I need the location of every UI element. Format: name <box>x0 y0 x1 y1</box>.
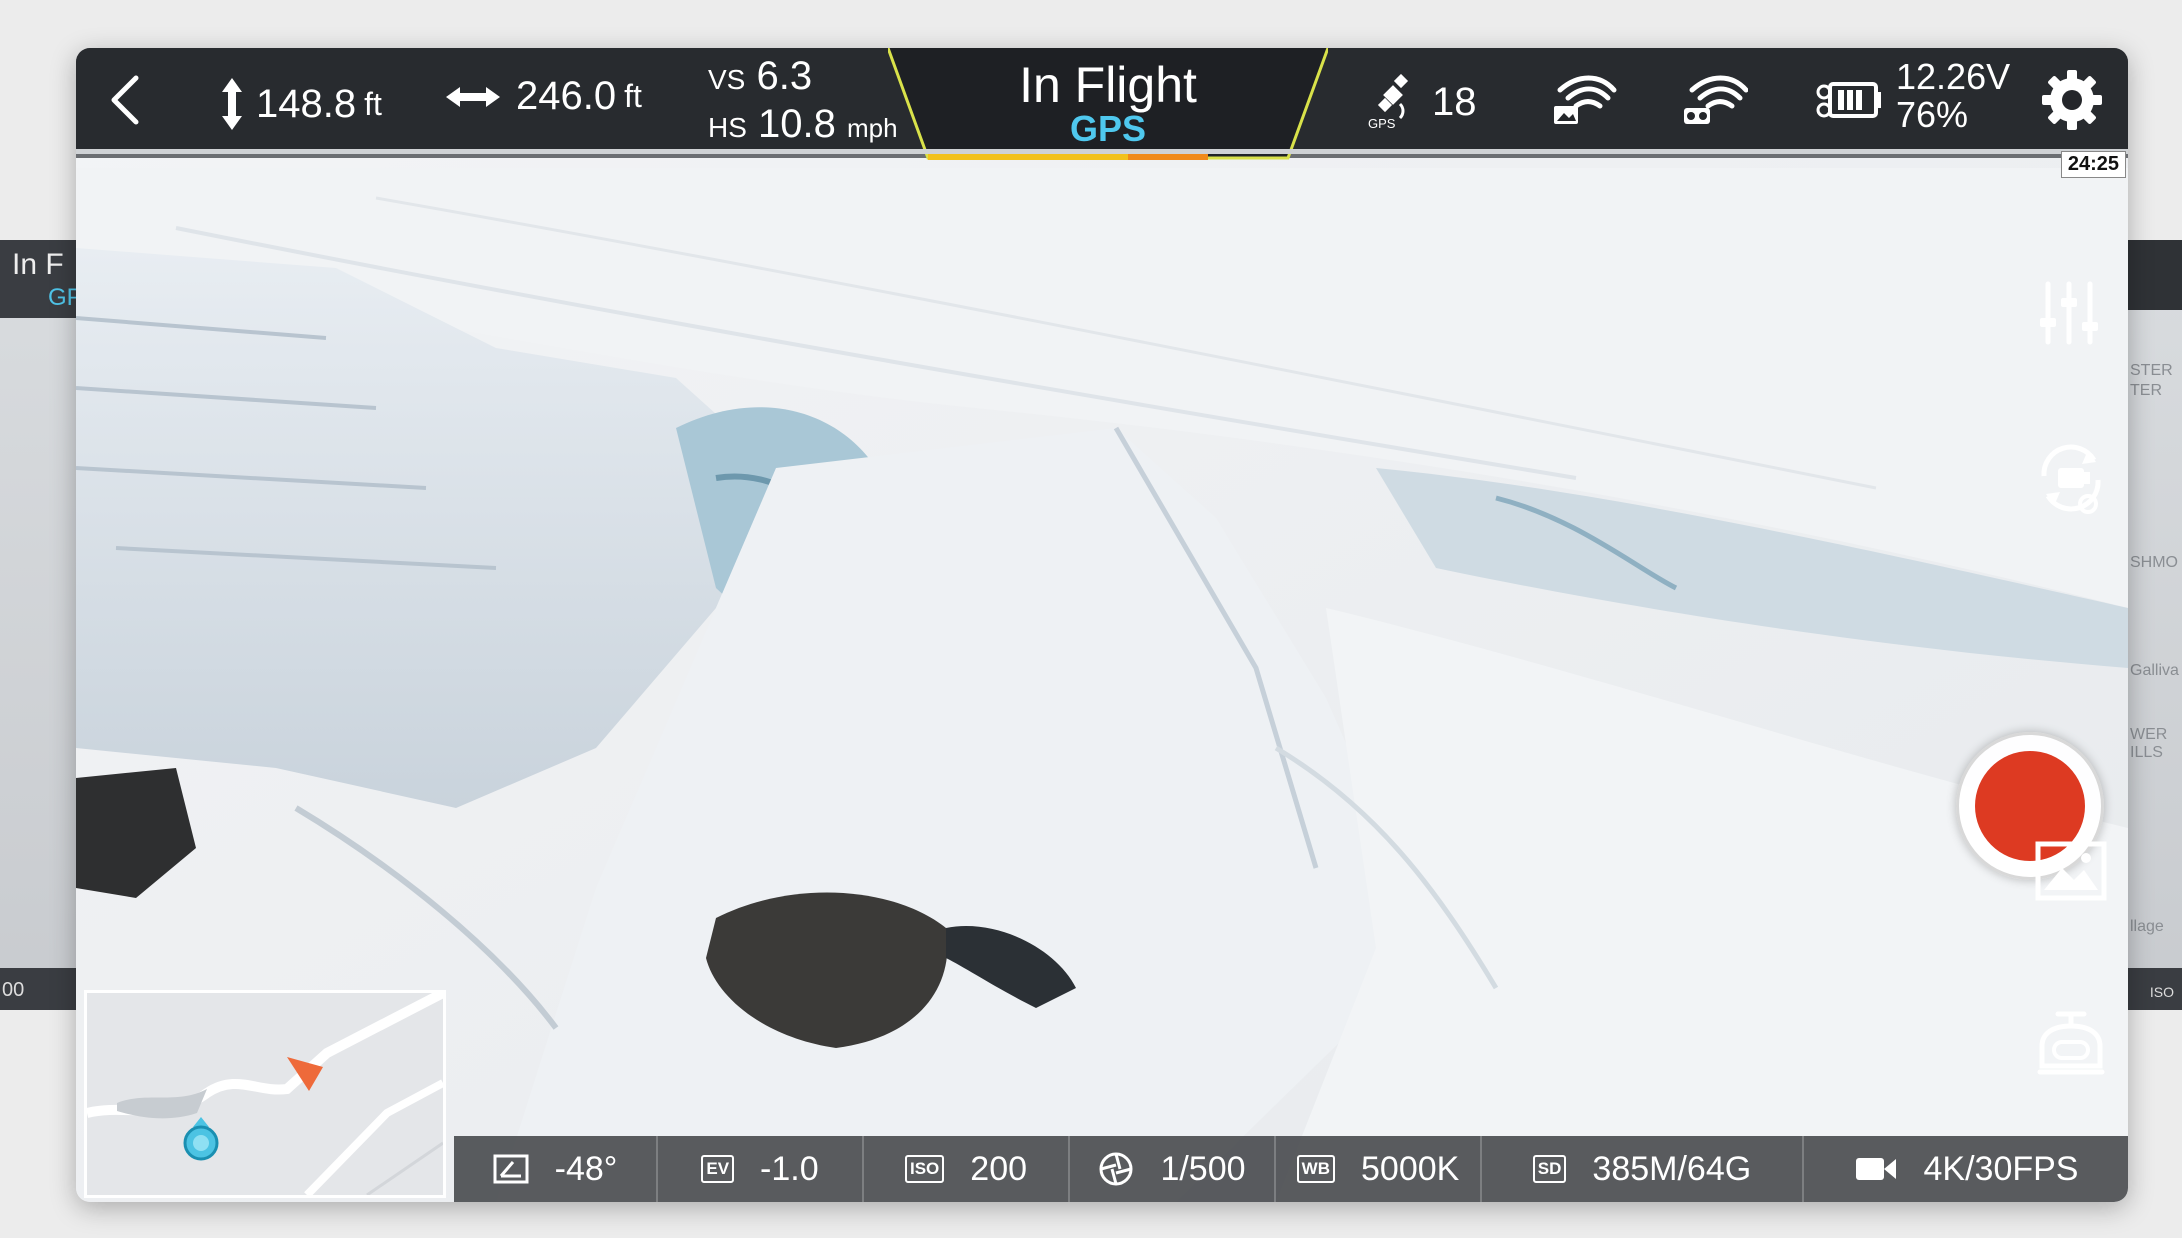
settings-button[interactable] <box>2040 68 2104 132</box>
map-label: TER <box>2130 382 2162 399</box>
sd-label: SD <box>1532 1155 1567 1183</box>
preview-bottombar: ISO <box>2122 968 2182 1010</box>
gimbal-pitch-value: -48° <box>554 1149 618 1188</box>
gear-icon <box>2042 70 2102 130</box>
hs-label: HS <box>708 112 747 143</box>
vs-label: VS <box>708 64 746 95</box>
preview-bottom-text: ISO <box>2149 984 2174 1000</box>
aperture-icon <box>1098 1151 1134 1187</box>
back-button[interactable] <box>106 72 142 128</box>
map-label: STER <box>2130 362 2173 379</box>
map-label: llage <box>2130 918 2164 935</box>
drone-home-icon <box>2037 1011 2105 1075</box>
camera-parameters-bar[interactable]: -48° EV -1.0 ISO 200 1/500 WB 5000K SD 3… <box>454 1136 2128 1202</box>
switch-camera-mode-button[interactable] <box>2034 436 2108 523</box>
distance-unit: ft <box>624 78 642 114</box>
wb-label: WB <box>1296 1155 1335 1183</box>
sd-card-storage[interactable]: SD 385M/64G <box>1482 1136 1804 1202</box>
next-screen-preview[interactable]: STER TER SHMO Galliva WER ILLS llage ISO <box>2122 240 2182 1010</box>
ev-label: EV <box>701 1155 735 1183</box>
distance-icon <box>444 83 502 111</box>
ev-value: -1.0 <box>760 1149 819 1188</box>
gps-label: GPS <box>1368 116 1396 130</box>
preview-title: In F <box>12 248 64 281</box>
video-format-value: 4K/30FPS <box>1923 1149 2079 1188</box>
exposure-value[interactable]: EV -1.0 <box>658 1136 864 1202</box>
gallery-icon <box>2035 841 2107 901</box>
remote-signal-icon <box>1682 70 1748 126</box>
video-camera-icon <box>1854 1155 1898 1183</box>
shutter-speed[interactable]: 1/500 <box>1070 1136 1276 1202</box>
map-label: SHMO <box>2130 554 2178 571</box>
vs-value: 6.3 <box>756 54 813 98</box>
camera-view-screen: 148.8 ft 246.0 ft VS 6.3 HS 10.8 mph In … <box>76 48 2128 1202</box>
flight-status-bar: 148.8 ft 246.0 ft VS 6.3 HS 10.8 mph In … <box>76 48 2128 160</box>
return-home-button[interactable] <box>2034 1006 2108 1085</box>
iso-value: 200 <box>970 1149 1028 1188</box>
camera-switch-icon <box>2041 444 2101 514</box>
white-balance[interactable]: WB 5000K <box>1276 1136 1482 1202</box>
iso-label: ISO <box>904 1155 945 1183</box>
gimbal-pitch[interactable]: -48° <box>454 1136 658 1202</box>
sliders-icon <box>2040 281 2098 345</box>
battery-percent: 76% <box>1896 94 1969 135</box>
storage-value: 385M/64G <box>1592 1149 1752 1188</box>
flight-timer: 24:25 <box>2060 151 2126 178</box>
preview-bottom-text: 00 <box>2 979 25 1001</box>
distance-value: 246.0 <box>516 74 617 118</box>
white-balance-value: 5000K <box>1361 1149 1460 1188</box>
status-divider <box>76 149 2128 154</box>
preview-topbar <box>2122 240 2182 310</box>
speed-readout: VS 6.3 HS 10.8 mph <box>708 54 898 150</box>
camera-settings-button[interactable] <box>2034 278 2104 353</box>
map-label: ILLS <box>2130 744 2163 761</box>
battery-readout: 12.26V 76% <box>1896 58 2010 134</box>
satellite-icon: GPS <box>1366 74 1422 130</box>
altitude-readout: 148.8 ft <box>218 74 382 134</box>
satellite-count: 18 <box>1432 79 1477 124</box>
distance-readout: 246.0 ft <box>444 74 642 119</box>
flight-mode-gps: GPS <box>1069 108 1147 149</box>
gallery-button[interactable] <box>2034 840 2108 907</box>
battery-voltage: 12.26V <box>1896 56 2011 97</box>
shutter-value: 1/500 <box>1160 1149 1246 1188</box>
flight-mode-title: In Flight <box>1019 57 1197 113</box>
map-label: Galliva <box>2130 662 2179 679</box>
chevron-left-icon <box>111 75 139 125</box>
gps-satellite-readout: GPS 18 <box>1366 74 1477 130</box>
iso-setting[interactable]: ISO 200 <box>864 1136 1070 1202</box>
gimbal-angle-icon <box>493 1154 529 1184</box>
altitude-unit: ft <box>364 85 382 122</box>
hs-value: 10.8 <box>758 102 836 146</box>
map-view <box>87 993 443 1195</box>
mini-map[interactable] <box>84 990 446 1198</box>
drone-battery-icon <box>1816 78 1882 122</box>
video-resolution[interactable]: 4K/30FPS <box>1804 1136 2128 1202</box>
altitude-icon <box>218 74 246 134</box>
map-label: WER <box>2130 726 2168 743</box>
altitude-value: 148.8 <box>256 81 357 126</box>
image-transmission-signal-icon <box>1552 70 1618 126</box>
